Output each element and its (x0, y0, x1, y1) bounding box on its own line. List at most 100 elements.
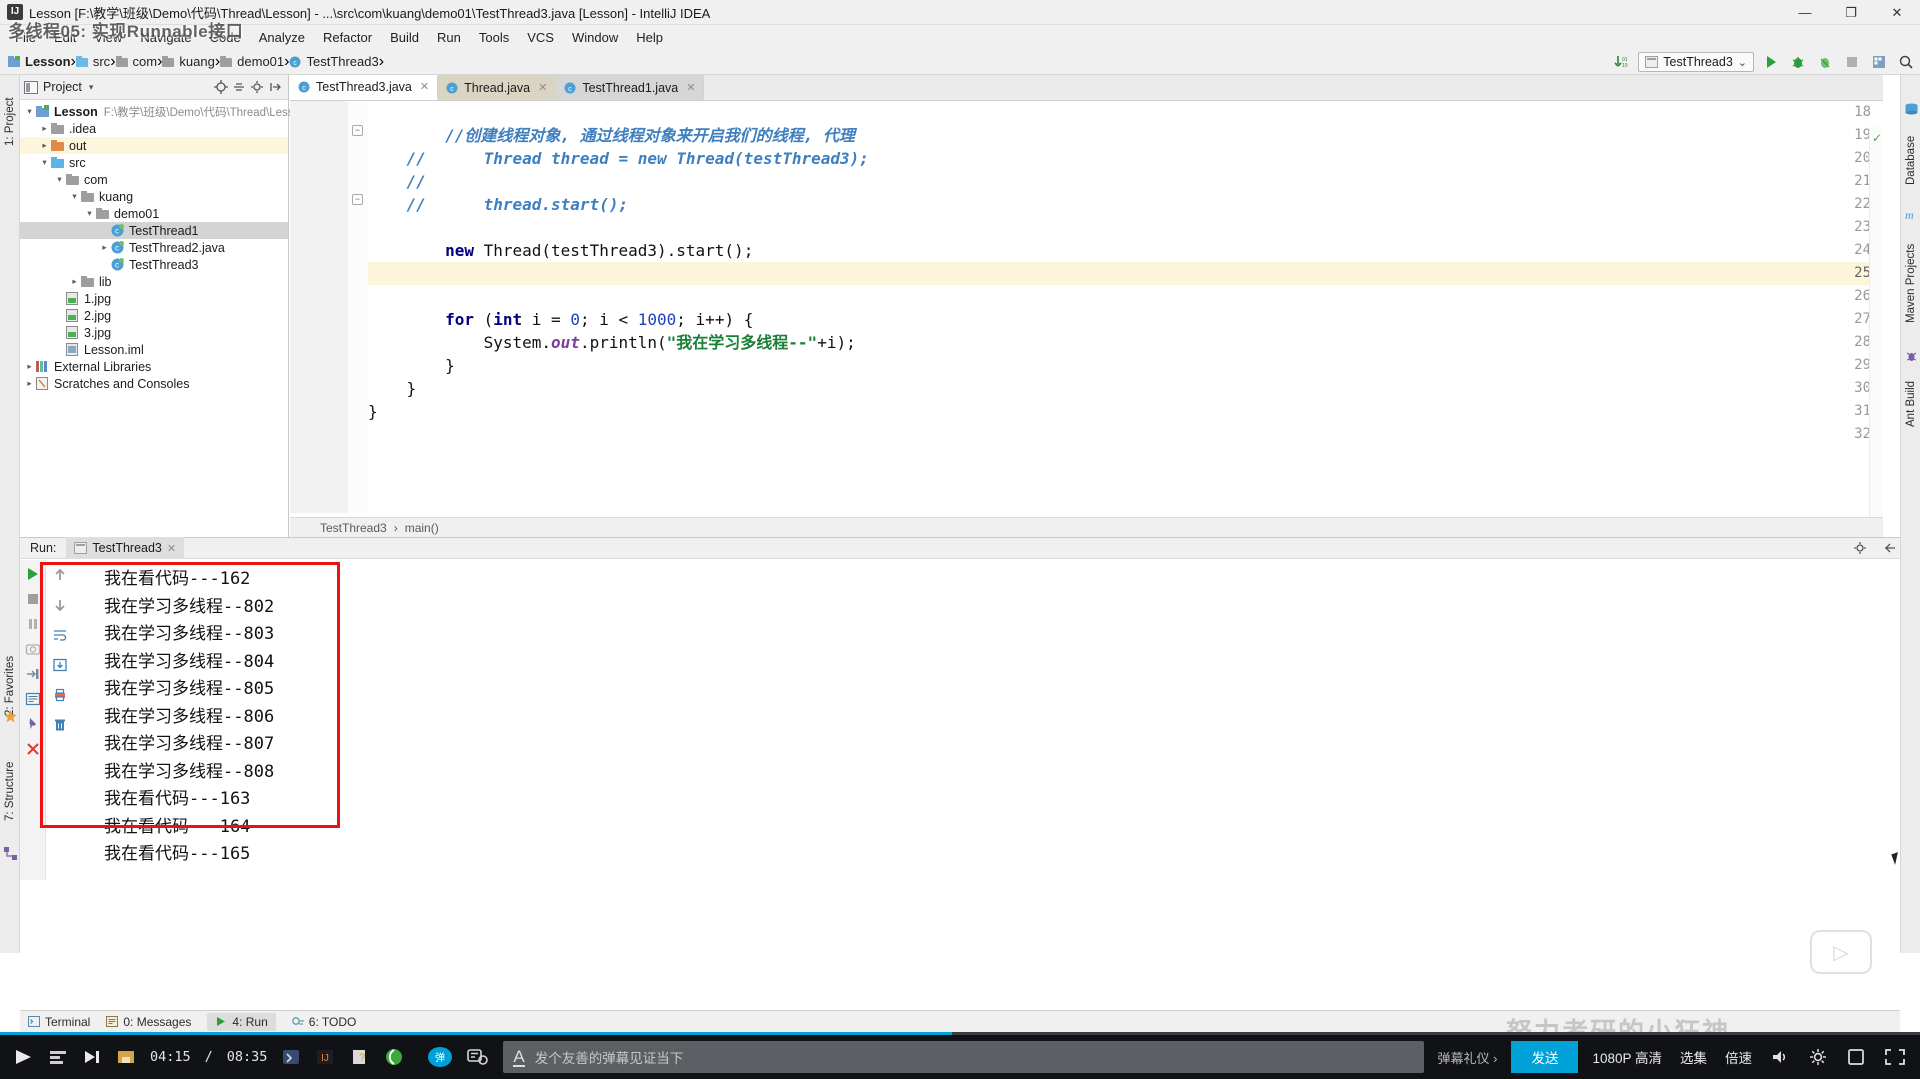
tree-item-testthread3[interactable]: c TestThread3 (20, 256, 288, 273)
soft-wrap-icon[interactable] (24, 690, 42, 708)
project-dropdown-icon[interactable]: ▾ (89, 82, 94, 93)
use-soft-wraps-icon[interactable] (51, 626, 69, 644)
code-line[interactable] (368, 101, 1853, 124)
close-icon[interactable]: ✕ (686, 81, 695, 94)
code-line[interactable]: // (368, 170, 1853, 193)
close-icon[interactable]: ✕ (538, 81, 547, 94)
bottom-tab-messages[interactable]: 0: Messages (106, 1015, 191, 1029)
breadcrumb-class[interactable]: TestThread3 (320, 521, 387, 535)
breadcrumb-kuang[interactable]: kuang (162, 54, 215, 69)
tree-item-scratches-and-consoles[interactable]: Scratches and Consoles (20, 375, 288, 392)
browser-icon[interactable] (383, 1047, 405, 1067)
print-icon[interactable] (51, 686, 69, 704)
tree-item-out[interactable]: out (20, 137, 288, 154)
code-line[interactable]: new Thread(testThread3).start(); (368, 239, 1853, 262)
code-line[interactable] (368, 216, 1853, 239)
breadcrumb-method[interactable]: main() (405, 521, 439, 535)
debug-button[interactable] (1788, 52, 1808, 72)
chevron-down-icon[interactable] (83, 208, 96, 219)
play-button[interactable] (12, 1047, 34, 1067)
tool-button-project[interactable]: 1: Project (0, 81, 20, 163)
tree-item-testthread2-java[interactable]: c TestThread2.java (20, 239, 288, 256)
next-episode-button[interactable] (82, 1048, 102, 1066)
tree-item-demo01[interactable]: demo01 (20, 205, 288, 222)
camera-dump-icon[interactable] (24, 640, 42, 658)
close-icon[interactable]: ✕ (167, 542, 176, 555)
bilibili-round-icon[interactable]: 弹 (427, 1045, 453, 1069)
code-folding-strip[interactable] (348, 101, 368, 513)
thread-dump-icon[interactable] (24, 665, 42, 683)
tree-item-src[interactable]: src (20, 154, 288, 171)
hide-window-icon[interactable] (266, 78, 284, 96)
run-button[interactable] (1761, 52, 1781, 72)
code-line[interactable] (368, 285, 1853, 308)
menu-tools[interactable]: Tools (470, 28, 518, 47)
code-line[interactable]: System.out.println("我在学习多线程--"+i); (368, 331, 1853, 354)
volume-icon[interactable] (1770, 1048, 1790, 1066)
chevron-down-icon[interactable] (23, 106, 36, 117)
export-to-file-icon[interactable] (51, 656, 69, 674)
bottom-tab-terminal[interactable]: Terminal (28, 1015, 90, 1029)
locate-file-icon[interactable] (212, 78, 230, 96)
fold-marker-icon[interactable]: − (352, 125, 363, 136)
tree-item-lesson-iml[interactable]: Lesson.iml (20, 341, 288, 358)
search-icon[interactable] (1896, 52, 1916, 72)
chevron-down-icon[interactable] (53, 174, 66, 185)
chevron-right-icon[interactable] (68, 276, 81, 287)
menu-refactor[interactable]: Refactor (314, 28, 381, 47)
collapse-all-icon[interactable] (230, 78, 248, 96)
menu-code[interactable]: Code (201, 28, 250, 47)
menu-view[interactable]: View (85, 28, 131, 47)
tree-item-3-jpg[interactable]: 3.jpg (20, 324, 288, 341)
chevron-right-icon[interactable] (23, 361, 36, 372)
danmaku-send-button[interactable]: 发送 (1511, 1041, 1579, 1073)
tree-item-lib[interactable]: lib (20, 273, 288, 290)
project-tree[interactable]: Lesson F:\教学\班级\Demo\代码\Thread\Lesson .ide… (20, 100, 306, 392)
episode-list-button[interactable]: 选集 (1680, 1047, 1707, 1067)
breadcrumb-src[interactable]: src (75, 54, 110, 69)
hide-run-window-icon[interactable] (1880, 538, 1900, 558)
breadcrumb-testthread3[interactable]: c TestThread3 (289, 54, 379, 69)
chevron-down-icon[interactable] (68, 191, 81, 202)
code-line[interactable]: // Thread thread = new Thread(testThread… (368, 147, 1853, 170)
menu-vcs[interactable]: VCS (518, 28, 563, 47)
idea-taskbar-icon[interactable]: IJ (315, 1048, 335, 1066)
code-line[interactable]: } (368, 377, 1853, 400)
chevron-right-icon[interactable] (38, 140, 51, 151)
menu-analyze[interactable]: Analyze (250, 28, 314, 47)
danmaku-toggle-icon[interactable] (48, 1048, 68, 1066)
tree-item-testthread1[interactable]: c TestThread1 (20, 222, 288, 239)
chevron-right-icon[interactable] (38, 123, 51, 134)
menu-bar[interactable]: File Edit View Navigate Code Analyze Ref… (0, 25, 1920, 49)
window-controls[interactable]: — ❐ ✕ (1782, 0, 1920, 25)
tree-item-com[interactable]: com (20, 171, 288, 188)
tree-item-1-jpg[interactable]: 1.jpg (20, 290, 288, 307)
breadcrumb-lesson[interactable]: Lesson (8, 54, 71, 69)
editor-tab-thread[interactable]: c Thread.java ✕ (438, 75, 557, 100)
chevron-down-icon[interactable]: ⌄ (1738, 56, 1747, 69)
menu-window[interactable]: Window (563, 28, 627, 47)
database-toolbar-icon[interactable] (1869, 52, 1889, 72)
bottom-tool-tabs[interactable]: Terminal 0: Messages 4: Run 6: TODO (20, 1010, 1900, 1032)
close-button[interactable]: ✕ (1874, 0, 1920, 25)
tool-button-maven[interactable]: Maven Projects (1901, 225, 1920, 341)
chevron-right-icon[interactable] (23, 378, 36, 389)
editor-tab-testthread3[interactable]: c TestThread3.java ✕ (290, 75, 439, 100)
rerun-button[interactable] (24, 565, 42, 583)
chevron-right-icon[interactable] (98, 242, 111, 253)
editor-breadcrumb[interactable]: TestThread3 › main() (290, 517, 1883, 537)
editor-tab-bar[interactable]: c TestThread3.java ✕ c Thread.java ✕ c T… (290, 75, 1883, 101)
close-icon[interactable]: ✕ (420, 80, 429, 93)
tree-item-lesson[interactable]: Lesson F:\教学\班级\Demo\代码\Thread\Lesson (20, 103, 306, 120)
code-line[interactable]: } (368, 354, 1853, 377)
code-line[interactable]: for (int i = 0; i < 1000; i++) { (368, 308, 1853, 331)
run-configuration-selector[interactable]: TestThread3 ⌄ (1638, 52, 1754, 72)
danmaku-settings-icon[interactable] (467, 1047, 489, 1067)
run-console-toolbar-left[interactable] (20, 560, 46, 880)
danmaku-etiquette-link[interactable]: 弹幕礼仪 › (1424, 1048, 1512, 1067)
menu-navigate[interactable]: Navigate (131, 28, 200, 47)
danmaku-input[interactable]: A 发个友善的弹幕见证当下 (503, 1041, 1424, 1073)
editor-marker-bar[interactable]: ✓ (1869, 127, 1883, 539)
help-icon[interactable]: ? (349, 1048, 369, 1066)
minimize-button[interactable]: — (1782, 0, 1828, 25)
